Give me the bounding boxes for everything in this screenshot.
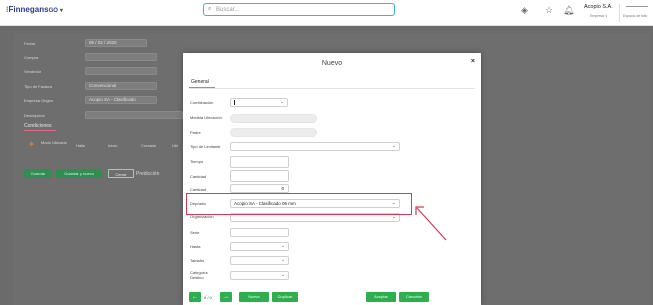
bg-label-fecha: Fecha [24,41,36,46]
record-pager: 0 / 0 [204,295,212,300]
logo-text: Finnegans [8,5,49,14]
company-selector[interactable]: Empresa ∨ [590,14,608,18]
chevron-down-icon: ⌄ [280,257,285,263]
bg-descripcion-field [85,111,183,119]
label-serie: Serie [190,230,200,235]
duplicar-button[interactable]: Duplicar [272,292,298,302]
annotation-arrow-icon [415,206,447,241]
serie-field[interactable] [230,228,289,237]
bg-col-5: Ubi [172,143,179,148]
bg-label-empresa-origen: Empresa Origen [24,98,54,103]
label-padre: Padre [190,130,201,135]
search-icon: ⌕ [208,6,212,12]
chevron-down-icon: ⌄ [280,243,285,249]
bg-label-tipo-factura: Tipo de Factura [24,84,52,89]
label-tiempo: Tiempo [190,159,204,164]
divider [189,88,475,89]
bg-label-compra: Compra [24,55,39,60]
arrow-left-icon: ← [192,294,198,300]
chevron-down-icon: ⌄ [391,214,396,220]
cantidad-value: 0 [281,186,284,191]
app-logo[interactable]: ⁝FinnegansGO ▾ [6,5,63,14]
bg-guardar-nuevo-button: Guardar y nuevo [56,169,102,178]
previous-record-button[interactable]: ← [189,292,201,302]
label-cantidad: Cantidad [190,174,207,179]
search-input[interactable]: ⌕ Buscar... [203,3,395,16]
bg-col-4: Cursado [141,143,157,148]
label-hasta: Hasta [190,244,201,249]
aceptar-button[interactable]: Aceptar [366,292,396,302]
divider [619,4,620,22]
search-placeholder: Buscar... [216,7,240,13]
tamano-select[interactable]: ⌄ [230,256,289,265]
bg-fecha-value: 06 / 02 / 2020 [89,40,117,45]
text-cursor [234,100,235,106]
tab-general[interactable]: General [191,79,209,85]
chevron-down-icon: ⌄ [280,272,285,278]
bg-cog-icon: ✱ [29,142,35,148]
label-organizacion: Organización [190,214,214,219]
label-categoria-destino: Categoría Destino [190,270,208,280]
bg-vendedor-field [85,67,157,75]
close-icon[interactable]: × [471,58,475,65]
apps-cube-icon[interactable]: ◈ [521,5,528,16]
bg-compra-field [85,53,157,61]
bg-cerrar-button: Cerrar [108,169,134,178]
chevron-down-icon[interactable]: ▾ [60,8,63,14]
bell-icon[interactable]: 🔔︎ [563,5,574,16]
bg-tipo-factura-value: Convencional [89,83,117,88]
padre-field [230,128,317,137]
top-bar: ⁝FinnegansGO ▾ ⌕ Buscar... ◈ ☆ 🔔︎ Acopio … [0,0,653,26]
bg-label-vendedor: Vendedor [24,69,42,74]
nuevo-dialog: Nuevo × General Combinación ⌄ Medida Ubi… [183,53,481,305]
bg-empresa-origen-field: Acopio SA - Clasificado [85,96,157,104]
label-combinacion: Combinación [190,100,214,105]
bg-tab-underline [24,130,56,131]
next-record-button[interactable]: → [220,292,232,302]
categoria-destino-select[interactable]: ⌄ [230,271,289,280]
cancelar-button[interactable]: Cancelar [399,292,429,302]
label-tamano: Tamaño [190,258,205,263]
bg-tipo-factura-field: Convencional [85,82,157,90]
cantidad-number-field[interactable]: 0 [230,184,289,193]
bg-col-2: Hallo [76,143,86,148]
bg-tab-condiciones: Condiciones [24,123,52,129]
workspace-label[interactable]: Espacio de trab [623,14,647,18]
dialog-title: Nuevo [321,60,343,67]
tiempo-field[interactable] [230,156,289,168]
bg-empresa-origen-value: Acopio SA - Clasificado [89,97,136,102]
label-medida-ubicacion: Medida Ubicación [190,115,222,120]
nuevo-button[interactable]: Nuevo [239,292,269,302]
cantidad-field[interactable] [230,170,289,182]
chevron-down-icon: ⌄ [391,143,396,149]
label-tipo-limitante: Tipo de Limitante [190,144,221,149]
tipo-limitante-select[interactable]: ⌄ [230,142,400,151]
divider [626,6,648,7]
bg-prediccion-link: Predicción [136,171,160,177]
logo-suffix: GO [48,8,58,14]
bg-fecha-field: 06 / 02 / 2020 [85,39,147,47]
deposito-highlight-box [186,193,412,215]
bg-col-3: Inicio [108,143,118,148]
company-name[interactable]: Acopio S.A. [584,4,613,10]
bg-label-descripcion: Descripción [24,113,45,118]
combinacion-select[interactable]: ⌄ [230,98,288,107]
bg-col-1: Modo Ubicado [41,140,67,145]
arrow-right-icon: → [223,294,229,300]
medida-ubicacion-field [230,114,317,123]
label-cantidad-numerica: Cantidad [190,187,207,192]
bg-guardar-button: Guardar [24,169,52,178]
chevron-down-icon: ⌄ [279,99,284,105]
star-icon[interactable]: ☆ [545,5,553,16]
hasta-select[interactable]: ⌄ [230,242,289,251]
